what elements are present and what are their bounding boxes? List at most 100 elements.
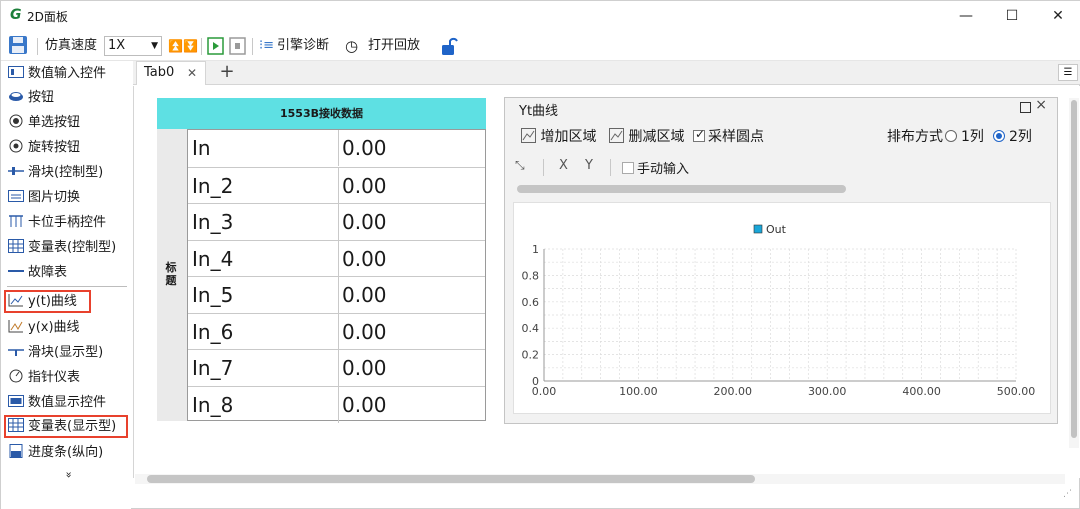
close-icon[interactable]: × [1035,97,1047,113]
y-tick-label: 1 [532,243,539,256]
speed-down-icon[interactable]: ⏬ [183,31,198,61]
yt-hscroll-thumb[interactable] [517,185,846,193]
sidebar-item-slider-display[interactable]: 滑块(显示型) [4,341,128,364]
sidebar-item-gauge[interactable]: 指针仪表 [4,366,128,389]
x-axis-button[interactable]: X [559,158,568,173]
stop-icon[interactable] [229,37,246,55]
slider-icon [8,167,24,175]
sidebar-item-radio[interactable]: 单选按钮 [4,111,128,134]
table-icon [8,239,24,253]
table-row: In_2 0.00 [188,166,485,204]
gauge-icon [9,369,23,383]
sidebar-item-fault-table[interactable]: 故障表 [4,261,128,284]
var-name: In_7 [192,356,234,380]
var-value: 0.00 [338,167,485,204]
row-header-label: 标题 [165,261,177,287]
var-name: In_4 [192,246,234,271]
sidebar-item-label: 单选按钮 [28,115,81,130]
close-icon[interactable]: ✕ [187,62,197,84]
tools-separator [610,159,611,176]
sidebar-item-label: 卡位手柄控件 [28,215,107,230]
yt-hscrollbar[interactable] [511,184,1051,194]
table-row: In_5 0.00 [188,276,485,313]
sidebar-item-label: 旋转按钮 [28,140,81,155]
speed-up-icon[interactable]: ⏫ [168,31,183,61]
var-value: 0.00 [338,313,485,350]
rotary-icon [9,139,23,153]
save-icon[interactable] [8,34,28,56]
radio-2col[interactable] [993,130,1005,142]
yt-title: Yt曲线 [519,104,559,119]
sidebar-item-label: 数值显示控件 [28,395,107,410]
sidebar-item-label: 数值输入控件 [28,66,107,81]
sidebar-item-yx-curve[interactable]: y(x)曲线 [4,316,128,339]
var-name: In_6 [192,319,234,344]
add-tab-button[interactable]: + [217,61,237,85]
sidebar-more-icon[interactable]: » [58,472,81,492]
close-button[interactable]: ✕ [1035,1,1080,31]
sidebar-item-label: 按钮 [28,90,55,105]
sidebar-item-image-switch[interactable]: 图片切换 [4,186,128,209]
canvas-hscroll-thumb[interactable] [147,475,755,483]
sample-dots-check[interactable] [693,127,705,142]
canvas-hscrollbar[interactable] [135,474,1065,484]
var-value: 0.00 [338,350,485,386]
open-playback-button[interactable]: 打开回放 [368,31,420,61]
numeric-display-icon [8,395,24,407]
manual-input-check[interactable] [622,162,634,174]
y-tick-label: 0.8 [522,269,540,282]
engine-diag-button[interactable]: 引擎诊断 [277,31,329,61]
sample-dots-checkbox[interactable]: 采样圆点 [693,126,764,146]
tab-menu-icon[interactable]: ☰ [1058,64,1078,81]
canvas-vscroll-thumb[interactable] [1071,100,1077,438]
sidebar-item-yt-curve[interactable]: y(t)曲线 [4,290,91,313]
sidebar-item-numeric-display[interactable]: 数值显示控件 [4,391,128,414]
sidebar-item-rotary[interactable]: 旋转按钮 [4,136,128,159]
delete-area-label: 删减区域 [628,129,685,145]
unlock-icon[interactable] [440,36,458,56]
add-area-button[interactable]: 增加区域 [521,126,596,146]
sidebar-item-numeric-input[interactable]: 数值输入控件 [4,62,128,85]
yt-curve-icon [8,294,23,307]
handle-icon [9,215,23,227]
chevron-down-icon: ▼ [151,41,158,51]
maximize-button[interactable]: ☐ [989,1,1035,31]
sidebar-item-label: 滑块(显示型) [28,345,104,360]
table-row: In_6 0.00 [188,312,485,350]
radio-1col[interactable] [945,130,957,142]
layout-1col-radio[interactable]: 1列 [941,126,984,146]
var-name: In_5 [192,283,234,307]
canvas-vscrollbar[interactable] [1069,98,1079,448]
resize-grip-icon[interactable]: ⋰ [1063,489,1072,499]
sidebar-item-var-table-control[interactable]: 变量表(控制型) [4,236,128,259]
sidebar-item-progress[interactable]: 进度条(纵向) [4,441,128,464]
component-sidebar: 数值输入控件 按钮 单选按钮 旋转按钮 滑块(控制型) 图片切换 卡位手柄控件 … [1,61,131,509]
toolbar-separator [201,38,202,55]
y-axis-button[interactable]: Y [585,158,593,173]
table-title: 1553B接收数据 [157,98,486,129]
sidebar-item-button[interactable]: 按钮 [4,86,128,109]
layout-2col-radio[interactable]: 2列 [989,126,1032,146]
table-row: In 0.00 [188,130,485,167]
tab-tab0[interactable]: Tab0 ✕ [136,61,206,85]
speed-label: 仿真速度 [45,38,98,53]
table-row: In_4 0.00 [188,239,485,277]
toolbar-separator [252,38,253,55]
fit-icon[interactable]: ⤡ [515,158,525,173]
run-icon[interactable] [207,37,224,55]
tab-strip: Tab0 ✕ + ☰ [133,61,1080,85]
delete-area-button[interactable]: 删减区域 [609,126,684,146]
sidebar-item-handle[interactable]: 卡位手柄控件 [4,211,128,234]
manual-input-checkbox[interactable]: 手动输入 [622,158,689,177]
minimize-button[interactable]: — [943,1,989,31]
maximize-icon[interactable] [1020,102,1031,113]
fault-table-icon [8,270,24,272]
sidebar-item-var-table-display[interactable]: 变量表(显示型) [4,415,128,438]
table-icon [8,418,24,432]
sidebar-item-slider-control[interactable]: 滑块(控制型) [4,161,128,184]
engine-diag-icon: ⁝≡ [259,38,275,53]
toolbar: 仿真速度 1X ▼ ⏫ ⏬ ⁝≡ 引擎诊断 ◷ 打开回放 [1,31,1080,61]
yt-curve-widget[interactable]: Yt曲线 × 增加区域 删减区域 采样圆点 排布方式 1列 2列 ⤡ [504,97,1058,424]
speed-select[interactable]: 1X ▼ [104,36,162,56]
var-value: 0.00 [338,130,485,166]
